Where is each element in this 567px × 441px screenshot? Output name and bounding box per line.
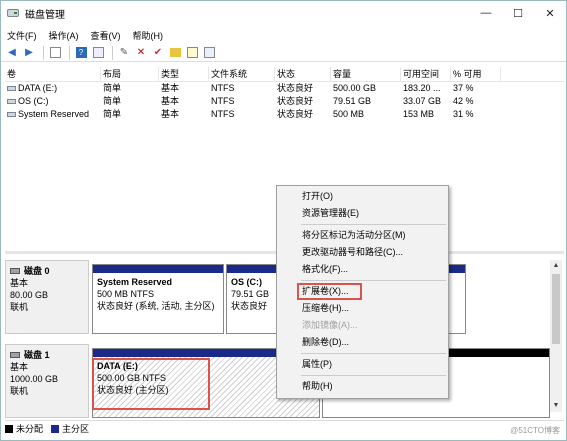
cm-open[interactable]: 打开(O): [277, 188, 448, 205]
disk-management-icon: [7, 7, 19, 19]
col-status[interactable]: 状态: [275, 67, 331, 81]
forward-arrow-icon[interactable]: ▶: [22, 46, 36, 60]
disk-icon: [10, 352, 20, 358]
scrollbar-thumb[interactable]: [552, 274, 560, 344]
close-button[interactable]: ✕: [534, 1, 566, 25]
highlight-box-data-e: [92, 358, 210, 410]
scroll-up-icon[interactable]: ▲: [550, 260, 562, 272]
toolbar: ◀ ▶ ? ✎ ✕ ✔: [1, 44, 566, 62]
col-volume[interactable]: 卷: [5, 67, 101, 81]
cm-help[interactable]: 帮助(H): [277, 378, 448, 395]
volume-icon: [7, 99, 16, 105]
legend-primary: 主分区: [51, 422, 89, 435]
cm-delete-volume[interactable]: 删除卷(D)...: [277, 334, 448, 351]
properties-icon[interactable]: [91, 46, 105, 60]
title-bar: 磁盘管理 — ☐ ✕: [1, 1, 566, 25]
window-title: 磁盘管理: [25, 9, 65, 21]
properties-box-icon[interactable]: [202, 46, 216, 60]
maximize-button[interactable]: ☐: [502, 1, 534, 25]
cm-change-drive-letter[interactable]: 更改驱动器号和路径(C)...: [277, 244, 448, 261]
disk-management-window: 磁盘管理 — ☐ ✕ 文件(F) 操作(A) 查看(V) 帮助(H) ◀ ▶ ?…: [0, 0, 567, 441]
legend-swatch-primary: [51, 424, 60, 433]
folder-up-icon[interactable]: [168, 46, 182, 60]
col-layout[interactable]: 布局: [101, 67, 159, 81]
disk-1-label[interactable]: 磁盘 1 基本 1000.00 GB 联机: [5, 344, 89, 418]
cm-extend-volume[interactable]: 扩展卷(X)...: [297, 283, 362, 300]
table-row[interactable]: OS (C:) 简单 基本 NTFS 状态良好 79.51 GB 33.07 G…: [5, 95, 564, 108]
menu-help[interactable]: 帮助(H): [127, 29, 170, 42]
cm-shrink-volume[interactable]: 压缩卷(H)...: [277, 300, 448, 317]
partition-system-reserved[interactable]: System Reserved 500 MB NTFS 状态良好 (系统, 活动…: [92, 264, 224, 334]
legend-swatch-unallocated: [5, 424, 13, 433]
check-icon[interactable]: ✔: [151, 46, 165, 60]
disk-0-label[interactable]: 磁盘 0 基本 80.00 GB 联机: [5, 260, 89, 334]
volume-icon: [7, 86, 16, 92]
legend: 未分配 主分区: [5, 420, 564, 436]
back-arrow-icon[interactable]: ◀: [5, 46, 19, 60]
col-filesystem[interactable]: 文件系统: [209, 67, 275, 81]
scroll-down-icon[interactable]: ▼: [550, 400, 562, 412]
table-row[interactable]: DATA (E:) 简单 基本 NTFS 状态良好 500.00 GB 183.…: [5, 82, 564, 95]
cm-explorer[interactable]: 资源管理器(E): [277, 205, 448, 222]
cm-mark-active[interactable]: 将分区标记为活动分区(M): [277, 227, 448, 244]
legend-unallocated: 未分配: [5, 422, 43, 435]
menu-file[interactable]: 文件(F): [1, 29, 43, 42]
col-type[interactable]: 类型: [159, 67, 209, 81]
watermark: @51CTO博客: [510, 426, 560, 435]
cm-add-mirror: 添加镜像(A)...: [302, 320, 358, 330]
view-icon[interactable]: [185, 46, 199, 60]
volume-icon: [7, 112, 16, 118]
cm-format[interactable]: 格式化(F)...: [277, 261, 448, 278]
menu-bar: 文件(F) 操作(A) 查看(V) 帮助(H): [1, 27, 169, 43]
context-menu: 打开(O) 资源管理器(E) 将分区标记为活动分区(M) 更改驱动器号和路径(C…: [276, 185, 449, 399]
volume-list-header: 卷 布局 类型 文件系统 状态 容量 可用空间 % 可用: [5, 67, 564, 82]
menu-action[interactable]: 操作(A): [43, 29, 85, 42]
menu-separator: [301, 375, 446, 376]
col-free-space[interactable]: 可用空间: [401, 67, 451, 81]
table-row[interactable]: System Reserved 简单 基本 NTFS 状态良好 500 MB 1…: [5, 108, 564, 121]
disk-icon: [10, 268, 20, 274]
cm-properties[interactable]: 属性(P): [277, 356, 448, 373]
menu-view[interactable]: 查看(V): [85, 29, 127, 42]
help-icon[interactable]: ?: [74, 46, 88, 60]
menu-separator: [301, 280, 446, 281]
col-capacity[interactable]: 容量: [331, 67, 401, 81]
connect-icon[interactable]: ✎: [117, 46, 131, 60]
menu-separator: [301, 224, 446, 225]
col-percent-free[interactable]: % 可用: [451, 67, 501, 81]
menu-separator: [301, 353, 446, 354]
list-icon[interactable]: [48, 46, 62, 60]
minimize-button[interactable]: —: [470, 1, 502, 25]
delete-icon[interactable]: ✕: [134, 46, 148, 60]
vertical-scrollbar[interactable]: ▲ ▼: [550, 260, 562, 412]
